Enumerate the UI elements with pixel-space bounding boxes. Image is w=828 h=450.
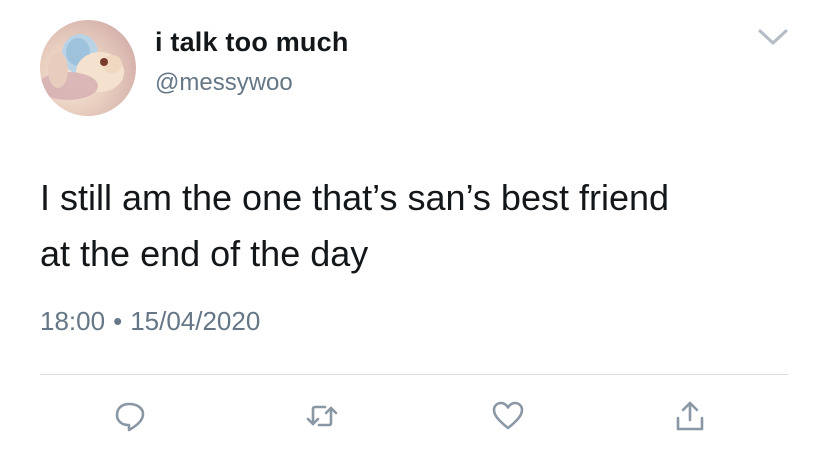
reply-button[interactable]: [106, 392, 154, 440]
avatar[interactable]: [40, 20, 136, 116]
tweet-text: I still am the one that’s san’s best fri…: [40, 177, 670, 274]
reply-icon: [115, 402, 145, 432]
user-handle[interactable]: @messywoo: [155, 69, 293, 97]
tweet-timestamp[interactable]: 18:00 • 15/04/2020: [40, 306, 260, 337]
action-bar: [0, 392, 828, 442]
retweet-button[interactable]: [298, 392, 346, 440]
share-button[interactable]: [666, 392, 714, 440]
tweet-card: i talk too much @messywoo I still am the…: [0, 0, 828, 450]
meta-separator: •: [113, 306, 123, 336]
like-button[interactable]: [484, 392, 532, 440]
display-name[interactable]: i talk too much: [155, 27, 349, 58]
divider: [40, 374, 788, 375]
retweet-icon: [306, 405, 338, 427]
share-icon: [676, 401, 704, 431]
tweet-date: 15/04/2020: [130, 306, 261, 336]
tweet-time: 18:00: [40, 306, 106, 336]
heart-icon: [492, 401, 524, 430]
chevron-down-icon[interactable]: [752, 22, 794, 52]
avatar-image: [40, 34, 124, 100]
